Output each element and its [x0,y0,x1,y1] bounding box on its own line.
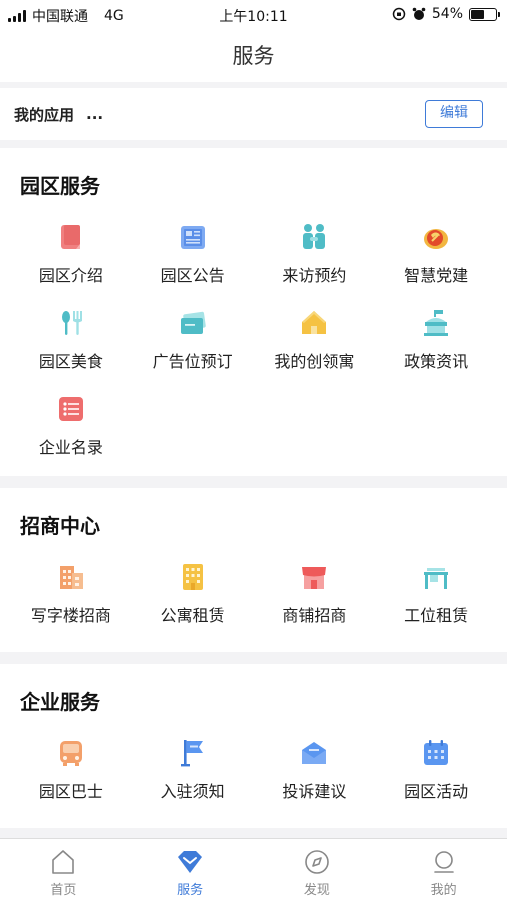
lock-rotation-icon [392,7,406,21]
newspaper-icon [178,222,208,252]
investment-grid: 写字楼招商 公寓租赁 商铺招商 工位租赁 [10,562,497,630]
enterprise-services-section: 企业服务 园区巴士 入驻须知 投诉建议 园区活动 [0,664,507,828]
alarm-icon [412,7,426,20]
tab-home[interactable]: 首页 [0,839,127,900]
service-park-events[interactable]: 园区活动 [375,738,497,806]
service-my-apartment[interactable]: 我的创领寓 [254,308,376,376]
service-ad-booking[interactable]: 广告位预订 [132,308,254,376]
storefront-icon [299,562,329,592]
section-title: 企业服务 [20,690,100,714]
status-bar: 中国联通 4G 上午10:11 54% [0,0,507,30]
item-label: 来访预约 [282,266,347,285]
tab-bar: 首页 服务 发现 我的 [0,838,507,900]
page-title: 服务 [232,44,275,68]
tab-label: 首页 [50,883,77,898]
compass-icon [305,850,329,874]
tab-label: 我的 [430,883,457,898]
battery-icon [469,7,500,21]
park-services-section: 园区服务 园区介绍 园区公告 来访预约 智慧党建 园区美食 广告位预订 我的创领… [0,148,507,476]
profile-icon [433,851,454,873]
park-services-grid: 园区介绍 园区公告 来访预约 智慧党建 园区美食 广告位预订 我的创领寓 政策资… [10,222,497,462]
tab-services[interactable]: 服务 [127,839,254,900]
tab-label: 发现 [303,883,330,898]
service-smart-party[interactable]: 智慧党建 [375,222,497,290]
service-company-directory[interactable]: 企业名录 [10,394,132,462]
item-label: 智慧党建 [404,266,469,285]
tab-mine[interactable]: 我的 [380,839,507,900]
item-label: 园区公告 [160,266,225,285]
battery-percent: 54% [431,6,463,22]
envelope-icon [299,738,329,768]
park-intro-icon [56,222,86,252]
edit-button[interactable]: 编辑 [425,100,483,128]
service-workstation-rental[interactable]: 工位租赁 [375,562,497,630]
home-icon [52,850,75,874]
item-label: 政策资讯 [404,352,469,371]
my-apps-bar: 我的应用 ... 编辑 [0,88,507,140]
government-building-icon [421,308,451,338]
service-park-bus[interactable]: 园区巴士 [10,738,132,806]
status-right: 54% [392,6,500,22]
apartment-building-icon [178,562,208,592]
service-shop-leasing[interactable]: 商铺招商 [254,562,376,630]
service-complaint-suggestion[interactable]: 投诉建议 [254,738,376,806]
item-label: 商铺招商 [282,606,347,625]
nav-bar: 服务 [0,30,507,82]
item-label: 园区活动 [404,782,469,801]
section-title: 园区服务 [20,174,100,198]
enterprise-grid: 园区巴士 入驻须知 投诉建议 园区活动 [10,738,497,806]
directory-list-icon [56,394,86,424]
flag-icon [178,738,208,768]
desk-icon [421,562,451,592]
service-entry-guide[interactable]: 入驻须知 [132,738,254,806]
bus-icon [56,738,86,768]
tab-discover[interactable]: 发现 [254,839,381,900]
diamond-icon [178,851,203,873]
calendar-icon [421,738,451,768]
item-label: 广告位预订 [152,352,233,371]
item-label: 园区美食 [38,352,103,371]
my-apps-more[interactable]: ... [86,105,103,123]
item-label: 我的创领寓 [274,352,355,371]
service-visit-booking[interactable]: 来访预约 [254,222,376,290]
people-handshake-icon [299,222,329,252]
item-label: 工位租赁 [404,606,469,625]
tab-label: 服务 [177,883,204,898]
service-park-intro[interactable]: 园区介绍 [10,222,132,290]
investment-center-section: 招商中心 写字楼招商 公寓租赁 商铺招商 工位租赁 [0,488,507,652]
service-park-food[interactable]: 园区美食 [10,308,132,376]
item-label: 入驻须知 [160,782,225,801]
office-building-icon [56,562,86,592]
fork-spoon-icon [56,308,86,338]
item-label: 园区巴士 [38,782,103,801]
item-label: 园区介绍 [38,266,103,285]
service-park-notice[interactable]: 园区公告 [132,222,254,290]
service-apartment-rental[interactable]: 公寓租赁 [132,562,254,630]
house-icon [299,308,329,338]
item-label: 企业名录 [38,438,103,457]
party-emblem-icon [421,222,451,252]
service-office-leasing[interactable]: 写字楼招商 [10,562,132,630]
item-label: 写字楼招商 [30,606,111,625]
my-apps-label: 我的应用 [14,105,75,124]
cards-icon [178,308,208,338]
service-policy-news[interactable]: 政策资讯 [375,308,497,376]
item-label: 公寓租赁 [160,606,225,625]
section-title: 招商中心 [20,514,100,538]
item-label: 投诉建议 [282,782,347,801]
